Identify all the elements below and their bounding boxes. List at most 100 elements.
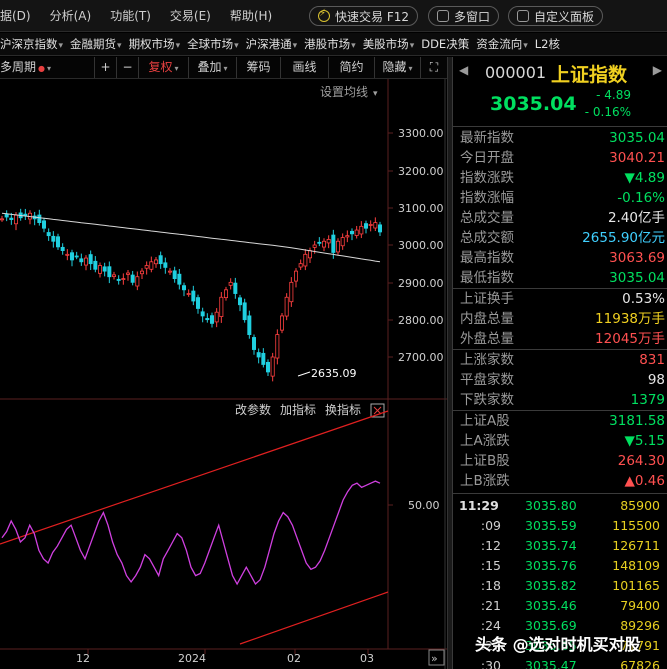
stat-value: 2655.90亿元 — [582, 230, 665, 246]
chart-area[interactable]: 设置均线 ▾ 3300.00 3200.00 3100.00 3000.00 2… — [0, 79, 447, 669]
stat-label: 上B涨跌 — [460, 473, 510, 489]
stat-row: 上证A股 3181.58 — [453, 411, 667, 431]
candle-body — [200, 311, 205, 317]
price-tick: 2700.00 — [398, 351, 444, 364]
restore-rights-button[interactable]: 复权 ▾ — [138, 57, 188, 78]
tick-row: :18 3035.82 101165 — [453, 576, 667, 596]
tick-row: 11:29 3035.80 85900 — [453, 496, 667, 516]
market-tab[interactable]: L2核 — [535, 36, 560, 52]
candle-body — [116, 278, 121, 281]
candle-body — [130, 274, 135, 283]
chips-button[interactable]: 筹码 — [236, 57, 280, 78]
hide-button[interactable]: 隐藏 ▾ — [374, 57, 420, 78]
candle-body — [79, 258, 84, 263]
custom-panel-button[interactable]: 自定义面板 — [508, 6, 604, 26]
market-tabs: 沪深京指数▾ 金融期货▾ 期权市场▾ 全球市场▾ 沪深港通▾ 港股市场▾ 美股市场▾ DDE决… — [0, 33, 667, 56]
tick-time: :18 — [480, 578, 501, 593]
market-tab[interactable]: 沪深京指数▾ — [0, 36, 63, 52]
candle-body — [284, 296, 289, 317]
stat-row: 今日开盘 3040.21 — [453, 148, 667, 168]
zoom-in-button[interactable]: + — [94, 57, 116, 78]
candle-body — [214, 311, 219, 323]
candle-body — [139, 270, 144, 275]
candle-body — [153, 259, 158, 265]
stat-label: 上证换手 — [460, 291, 514, 307]
stat-row: 上A涨跌 ▼5.15 — [453, 431, 667, 451]
market-tab[interactable]: 美股市场▾ — [363, 36, 415, 52]
lightning-icon — [318, 8, 330, 22]
candle-body — [0, 218, 4, 221]
candle-body — [373, 222, 378, 229]
candle-body — [149, 261, 154, 270]
candle-body — [4, 214, 9, 218]
market-tab[interactable]: 港股市场▾ — [304, 36, 356, 52]
stat-label: 内盘总量 — [460, 311, 514, 327]
candle-body — [13, 214, 18, 225]
chevron-down-icon: ▾ — [117, 41, 122, 51]
stat-label: 下跌家数 — [460, 392, 514, 408]
market-tab[interactable]: 期权市场▾ — [129, 36, 181, 52]
date-tick: 03 — [360, 652, 374, 665]
menu-data[interactable]: 据(D) — [0, 7, 31, 24]
market-tab-label: L2核 — [534, 37, 560, 51]
menu-trade[interactable]: 交易(E) — [170, 7, 211, 24]
prev-arrow-icon[interactable]: ◀ — [459, 63, 468, 77]
period-label: 多周期 — [0, 60, 37, 74]
stat-label: 今日开盘 — [460, 150, 514, 166]
menu-analysis[interactable]: 分析(A) — [50, 7, 92, 24]
market-tab[interactable]: 资金流向▾ — [476, 36, 528, 52]
overlay-button[interactable]: 叠加 ▾ — [188, 57, 236, 78]
market-tab[interactable]: 全球市场▾ — [187, 36, 239, 52]
price-tick: 3000.00 — [398, 239, 444, 252]
stat-label: 上证A股 — [460, 413, 510, 429]
kline-chart[interactable]: 设置均线 ▾ 3300.00 3200.00 3100.00 3000.00 2… — [0, 79, 447, 669]
candle-body — [363, 223, 368, 229]
stat-label: 平盘家数 — [460, 372, 514, 388]
chart-toolbar: 多周期 ● ▾ + − 复权 ▾ 叠加 ▾ 筹码 画线 简约 隐藏 ▾ ⛶ — [0, 57, 447, 79]
candle-body — [377, 224, 382, 233]
stat-value: ▼4.89 — [624, 170, 665, 186]
expand-icon[interactable]: ⛶ — [420, 57, 447, 78]
tick-row: :12 3035.74 126711 — [453, 536, 667, 556]
quick-trade-button[interactable]: 快速交易 F12 — [309, 6, 418, 26]
candle-body — [84, 257, 89, 266]
candle-body — [223, 289, 228, 299]
candle-body — [70, 252, 75, 261]
menu-help[interactable]: 帮助(H) — [230, 7, 272, 24]
ma-settings-label[interactable]: 设置均线 — [320, 85, 368, 99]
quick-trade-label: 快速交易 F12 — [335, 9, 409, 24]
candle-body — [312, 244, 317, 248]
double-chevron-right-icon: » — [431, 652, 438, 665]
candle-body — [368, 224, 373, 226]
market-tab[interactable]: 金融期货▾ — [70, 36, 122, 52]
stat-value: 12045万手 — [595, 331, 665, 347]
add-indicator-button[interactable]: 加指标 — [280, 402, 316, 417]
stat-label: 指数涨跌 — [460, 170, 514, 186]
upper-channel-line — [0, 410, 389, 545]
tick-volume: 101165 — [612, 578, 660, 593]
tick-volume: 85900 — [620, 498, 660, 513]
market-tab[interactable]: DDE决策 — [421, 36, 469, 52]
simple-button[interactable]: 简约 — [328, 57, 374, 78]
market-tab[interactable]: 沪深港通▾ — [246, 36, 298, 52]
candle-body — [181, 285, 186, 291]
price-tick: 2900.00 — [398, 277, 444, 290]
menu-function[interactable]: 功能(T) — [110, 7, 151, 24]
tick-volume: 115500 — [612, 518, 660, 533]
candle-body — [46, 232, 51, 237]
draw-line-button[interactable]: 画线 — [280, 57, 328, 78]
multi-window-label: 多窗口 — [454, 9, 491, 24]
next-arrow-icon[interactable]: ▶ — [653, 63, 662, 77]
candle-body — [298, 263, 303, 268]
stat-row: 上证换手 0.53% — [453, 289, 667, 309]
multi-window-button[interactable]: 多窗口 — [428, 6, 500, 26]
candle-body — [270, 356, 275, 377]
edit-params-button[interactable]: 改参数 — [235, 402, 271, 417]
period-select[interactable]: 多周期 ● ▾ — [0, 57, 51, 78]
zoom-out-button[interactable]: − — [116, 57, 138, 78]
chevron-down-icon: ▾ — [175, 41, 181, 51]
stat-value: ▲0.46 — [624, 473, 665, 489]
switch-indicator-button[interactable]: 换指标 — [325, 402, 361, 417]
candle-body — [340, 237, 345, 247]
candle-body — [177, 273, 182, 285]
